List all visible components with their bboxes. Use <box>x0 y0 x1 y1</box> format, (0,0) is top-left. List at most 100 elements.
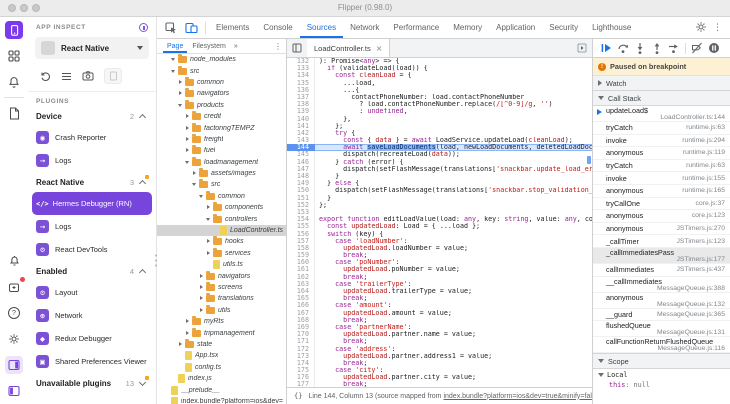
code-line[interactable]: 140 }, <box>287 115 592 123</box>
code-line[interactable]: 142 try { <box>287 129 592 138</box>
right-sidebar-toggle-icon[interactable] <box>5 356 23 374</box>
tree-row[interactable]: utils.ts <box>157 259 286 270</box>
tree-chevron-icon[interactable] <box>198 284 205 291</box>
tree-row[interactable]: config.ts <box>157 362 286 373</box>
tree-chevron-icon[interactable] <box>184 136 191 143</box>
app-icon[interactable] <box>5 21 23 39</box>
line-number[interactable]: 177 <box>287 381 315 387</box>
tree-row[interactable]: factoringTEMPZ <box>157 122 286 133</box>
code-line[interactable]: 166 case 'amount': <box>287 302 592 310</box>
editor-tab[interactable]: LoadController.ts × <box>307 39 391 57</box>
code-line[interactable]: 159 break; <box>287 251 592 260</box>
close-window-button[interactable] <box>8 4 16 12</box>
tree-row[interactable]: translations <box>157 293 286 304</box>
code-line[interactable]: 173 updatedLoad.partner.address1 = value… <box>287 352 592 360</box>
code-line[interactable]: 161 updatedLoad.poNumber = value; <box>287 266 592 274</box>
pause-on-exceptions-icon[interactable] <box>708 42 720 54</box>
code-line[interactable]: 139 : undefined, <box>287 108 592 116</box>
tree-chevron-icon[interactable] <box>177 341 184 348</box>
callstack-frame[interactable]: callImmediates JSTimers.js:437 <box>593 264 730 277</box>
code-line[interactable]: 146 } catch (error) { <box>287 158 592 166</box>
code-line[interactable]: 151 } <box>287 194 592 202</box>
settings-gear-icon[interactable] <box>5 330 23 348</box>
tree-chevron-icon[interactable] <box>177 352 184 359</box>
tree-chevron-icon[interactable] <box>184 318 191 325</box>
code-line[interactable]: 144 await saveLoadDocuments(load, newLoa… <box>287 144 592 152</box>
tree-chevron-icon[interactable] <box>198 273 205 280</box>
tree-row[interactable]: navigators <box>157 88 286 99</box>
plugin-row[interactable]: Unavailable plugins 13 <box>28 373 156 393</box>
plugin-row[interactable]: ▣ Shared Preferences Viewer <box>28 350 156 373</box>
devtools-tab[interactable]: Network <box>343 17 386 38</box>
code-line[interactable]: 167 updatedLoad.amount = value; <box>287 309 592 317</box>
tree-chevron-icon[interactable] <box>184 330 191 337</box>
tree-chevron-icon[interactable] <box>198 193 205 200</box>
callstack-frame[interactable]: updateLoad$ LoadController.ts:144 <box>593 106 730 122</box>
plugin-row[interactable]: ⊕ Network <box>28 304 156 327</box>
callstack-frame[interactable]: anonymous runtime.js:165 <box>593 185 730 198</box>
code-line[interactable]: 177 break; <box>287 381 592 387</box>
tree-row[interactable]: App.tsx <box>157 350 286 361</box>
tree-chevron-icon[interactable] <box>177 79 184 86</box>
code-line[interactable]: 133 if (validateLoad(load)) { <box>287 64 592 73</box>
tree-chevron-icon[interactable] <box>184 147 191 154</box>
code-line[interactable]: 143 const { data } = await LoadService.u… <box>287 136 592 145</box>
tree-chevron-icon[interactable] <box>205 261 212 268</box>
collapse-chevron-icon[interactable] <box>140 376 149 386</box>
tree-row[interactable]: freight <box>157 133 286 145</box>
tree-row[interactable]: myRts <box>157 316 286 327</box>
tree-row[interactable]: index.js <box>157 373 286 384</box>
tree-row[interactable]: controllers <box>157 213 286 224</box>
code-line[interactable]: 162 break; <box>287 273 592 281</box>
code-line[interactable]: 134 const cleanLoad = { <box>287 72 592 80</box>
tree-chevron-icon[interactable] <box>170 56 177 63</box>
tree-chevron-icon[interactable] <box>177 102 184 109</box>
devtools-tab[interactable]: Performance <box>386 17 446 38</box>
code-line[interactable]: 138 ? load.contactPhoneNumber.replace(/[… <box>287 100 592 109</box>
collapse-chevron-icon[interactable] <box>140 175 149 185</box>
plugins-grid-icon[interactable] <box>5 47 23 65</box>
tree-chevron-icon[interactable] <box>170 68 177 75</box>
tree-row[interactable]: assets/images <box>157 168 286 179</box>
tree-row[interactable]: LoadController.ts <box>157 224 286 237</box>
navigator-tab[interactable]: Page <box>163 39 187 53</box>
tree-chevron-icon[interactable] <box>163 398 170 404</box>
scope-this-row[interactable]: this: null <box>593 381 730 391</box>
menu-icon[interactable] <box>61 72 72 81</box>
step-over-icon[interactable] <box>617 42 629 54</box>
tree-row[interactable]: services <box>157 247 286 259</box>
tree-chevron-icon[interactable] <box>191 181 198 188</box>
plugin-row[interactable]: ⚙ React DevTools <box>28 238 156 261</box>
document-icon[interactable] <box>5 104 23 122</box>
code-line[interactable]: 160 case 'poNumber': <box>287 259 592 267</box>
pretty-print-icon[interactable]: {} <box>294 392 302 400</box>
inspect-element-icon[interactable] <box>161 21 181 34</box>
code-line[interactable]: 157 case 'loadNumber': <box>287 237 592 245</box>
code-line[interactable]: 155 const updatedLoad: Load = { ...load … <box>287 223 592 231</box>
left-sidebar-toggle-icon[interactable] <box>5 382 23 400</box>
tree-chevron-icon[interactable] <box>184 125 191 132</box>
code-line[interactable]: 145 dispatch(recreateLoad(data)); <box>287 151 592 159</box>
code-line[interactable]: 147 dispatch(setFlashMessage(translation… <box>287 165 592 173</box>
tree-row[interactable]: state <box>157 338 286 350</box>
callstack-frame[interactable]: anonymous JSTimers.js:270 <box>593 223 730 236</box>
resume-script-icon[interactable] <box>600 42 612 54</box>
scrollbar-position-marker[interactable] <box>587 156 591 164</box>
callstack-frame[interactable]: __guard MessageQueue.js:365 <box>593 309 730 322</box>
tree-row[interactable]: common <box>157 190 286 202</box>
callstack-frame[interactable]: callFunctionReturnFlushedQueue MessageQu… <box>593 337 730 354</box>
devtools-tab[interactable]: Console <box>256 17 299 38</box>
tab-scroll-right-icon[interactable] <box>577 43 592 53</box>
tree-chevron-icon[interactable] <box>184 113 191 120</box>
app-selector[interactable]: React Native <box>35 37 149 59</box>
tree-row[interactable]: hooks <box>157 236 286 247</box>
watch-section-header[interactable]: Watch <box>593 76 730 91</box>
code-line[interactable]: 158 updatedLoad.loadNumber = value; <box>287 244 592 253</box>
callstack-frame[interactable]: anonymous MessageQueue.js:132 <box>593 293 730 309</box>
plugin-row[interactable]: → Logs <box>28 149 156 172</box>
code-line[interactable]: 148 } <box>287 172 592 181</box>
callstack-frame[interactable]: invoke runtime.js:155 <box>593 172 730 185</box>
code-line[interactable]: 168 break; <box>287 316 592 324</box>
devtools-menu-kebab-icon[interactable]: ⋮ <box>709 23 726 33</box>
screenshot-camera-icon[interactable] <box>82 71 94 81</box>
